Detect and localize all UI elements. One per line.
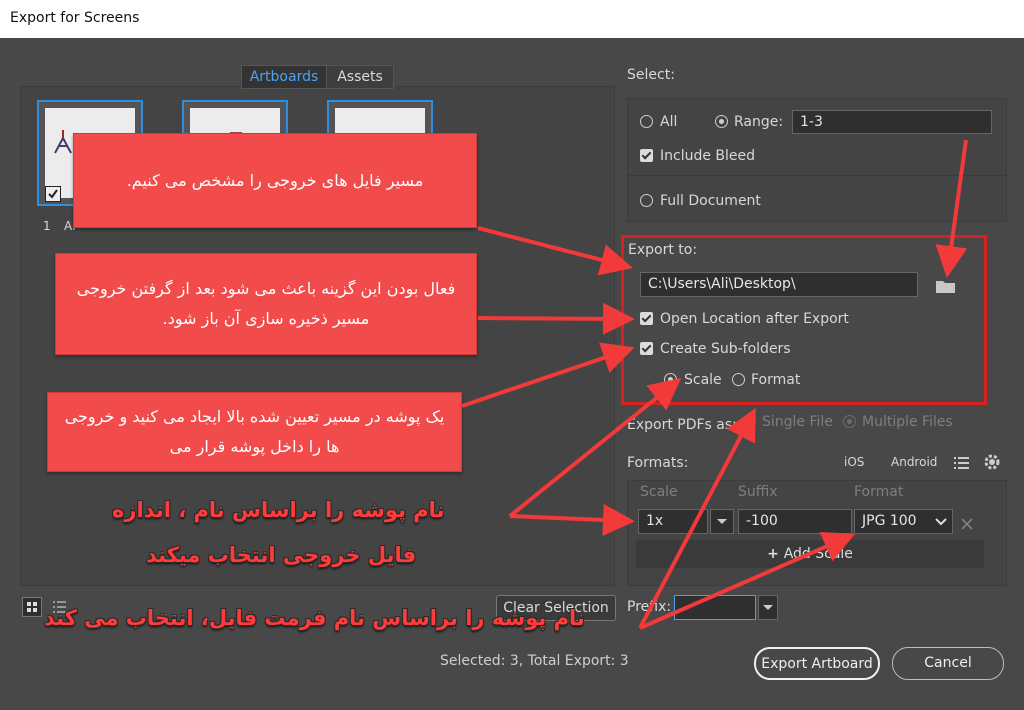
- full-document-radio[interactable]: [640, 194, 653, 207]
- annotation-callout-export-path: مسیر فایل های خروجی را مشخص می کنیم.: [73, 133, 477, 228]
- include-bleed-label: Include Bleed: [660, 148, 756, 164]
- open-location-checkbox[interactable]: [640, 312, 653, 325]
- create-subfolders-checkbox[interactable]: [640, 342, 653, 355]
- annotation-callout-subfolders: یک پوشه در مسیر تعیین شده بالا ایجاد می …: [47, 392, 462, 472]
- gear-icon[interactable]: [983, 453, 1001, 471]
- include-bleed-checkbox[interactable]: [640, 149, 653, 162]
- single-file-radio[interactable]: [743, 415, 756, 428]
- artboard-index: 1: [43, 219, 51, 233]
- multiple-files-radio[interactable]: [843, 415, 856, 428]
- annotation-text-scale-line2: فایل خروجی انتخاب میکند: [146, 543, 417, 567]
- multiple-files-label: Multiple Files: [862, 414, 953, 430]
- android-preset-button[interactable]: Android: [891, 455, 937, 469]
- add-scale-label: Add Scale: [783, 546, 853, 562]
- scale-dropdown-button[interactable]: [710, 509, 734, 534]
- title-bar: Export for Screens: [0, 0, 1024, 39]
- all-label: All: [660, 114, 678, 130]
- all-radio[interactable]: [640, 115, 653, 128]
- single-file-label: Single File: [762, 414, 833, 430]
- col-scale-header: Scale: [640, 484, 678, 500]
- formats-label: Formats:: [627, 455, 689, 471]
- annotation-text-scale-line1: نام پوشه را براساس نام ، اندازه: [112, 498, 445, 522]
- window-title: Export for Screens: [10, 10, 140, 26]
- prefix-dropdown-button[interactable]: [758, 595, 778, 620]
- select-label: Select:: [627, 67, 675, 83]
- full-document-label: Full Document: [660, 193, 761, 209]
- cancel-button[interactable]: Cancel: [892, 647, 1004, 680]
- ios-preset-button[interactable]: iOS: [844, 455, 864, 469]
- create-subfolders-label: Create Sub-folders: [660, 341, 791, 357]
- plus-icon: +: [767, 546, 784, 562]
- grid-view-icon[interactable]: [22, 597, 42, 617]
- range-radio[interactable]: [715, 115, 728, 128]
- export-pdfs-label: Export PDFs as:: [627, 417, 737, 433]
- col-format-header: Format: [854, 484, 904, 500]
- scale-input[interactable]: 1x: [638, 509, 708, 534]
- suffix-input[interactable]: -100: [738, 509, 852, 534]
- status-text: Selected: 3, Total Export: 3: [440, 653, 629, 669]
- prefix-label: Prefix:: [627, 599, 672, 615]
- range-input[interactable]: 1-3: [792, 110, 992, 134]
- list-menu-icon[interactable]: [953, 454, 971, 472]
- add-scale-button[interactable]: + Add Scale: [636, 540, 984, 568]
- open-location-label: Open Location after Export: [660, 311, 849, 327]
- annotation-callout-open-location: فعال بودن این گزینه باعث می شود بعد از گ…: [55, 253, 477, 355]
- format-label: Format: [751, 372, 801, 388]
- tab-assets[interactable]: Assets: [326, 65, 394, 89]
- scale-radio[interactable]: [664, 373, 677, 386]
- scale-label: Scale: [684, 372, 722, 388]
- folder-icon[interactable]: [934, 276, 958, 296]
- divider: [628, 175, 1006, 176]
- tab-artboards[interactable]: Artboards: [241, 65, 327, 89]
- chevron-down-icon: [934, 513, 948, 527]
- remove-format-icon[interactable]: [961, 515, 973, 530]
- checkbox-icon[interactable]: [45, 186, 61, 202]
- chevron-down-icon: [717, 519, 727, 524]
- format-radio[interactable]: [732, 373, 745, 386]
- export-to-label: Export to:: [628, 242, 698, 258]
- range-label: Range:: [734, 114, 784, 130]
- col-suffix-header: Suffix: [738, 484, 778, 500]
- chevron-down-icon: [763, 605, 773, 610]
- export-artboard-button[interactable]: Export Artboard: [754, 647, 880, 680]
- export-path-input[interactable]: C:\Users\Ali\Desktop\: [640, 272, 918, 297]
- annotation-text-format: نام پوشه را براساس نام فرمت فایل، انتخاب…: [44, 606, 585, 630]
- prefix-input[interactable]: [674, 595, 756, 620]
